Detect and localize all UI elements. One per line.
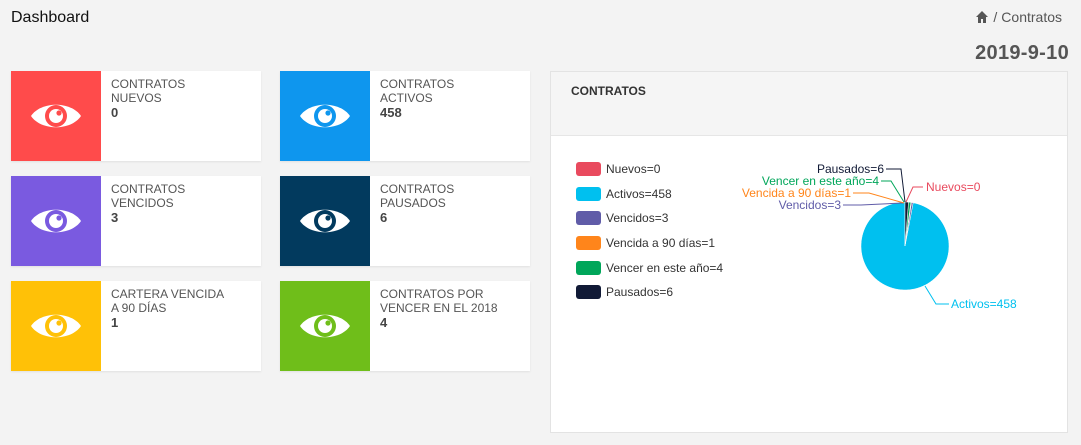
eye-icon xyxy=(300,209,350,233)
stat-label: CONTRATOS PAUSADOS xyxy=(380,182,455,210)
stat-icon-box xyxy=(11,281,101,371)
stat-label: CONTRATOS POR VENCER EN EL 2018 xyxy=(380,287,498,315)
stat-value: 1 xyxy=(111,315,119,330)
pie-data-label: Pausados=6 xyxy=(817,162,884,176)
stat-card[interactable]: CARTERA VENCIDA A 90 DÍAS 1 xyxy=(11,281,261,371)
stat-icon-box xyxy=(280,176,370,266)
stat-value: 6 xyxy=(380,210,388,225)
eye-icon xyxy=(31,104,81,128)
stat-icon-box xyxy=(280,71,370,161)
eye-icon xyxy=(31,209,81,233)
pie-label-line xyxy=(905,186,923,203)
stat-icon-box xyxy=(280,281,370,371)
stat-icon-box xyxy=(11,176,101,266)
home-icon[interactable] xyxy=(975,10,989,24)
pie-data-label: Vencidos=3 xyxy=(779,198,842,212)
current-date: 2019-9-10 xyxy=(975,42,1069,64)
page-title: Dashboard xyxy=(11,9,90,26)
eye-icon xyxy=(300,314,350,338)
eye-icon xyxy=(31,314,81,338)
pie-data-label: Nuevos=0 xyxy=(926,180,981,194)
pie-data-label: Vencer en este año=4 xyxy=(762,174,879,188)
stat-value: 0 xyxy=(111,105,119,120)
stat-label: CONTRATOS VENCIDOS xyxy=(111,182,186,210)
breadcrumb: / Contratos xyxy=(975,9,1062,25)
pie-chart: Nuevos=0 Activos=458 Vencidos=3Vencida a 9… xyxy=(742,162,1017,311)
breadcrumb-separator: / xyxy=(993,9,998,25)
breadcrumb-current: Contratos xyxy=(1001,9,1062,25)
pie-label-line xyxy=(853,192,905,204)
stat-value: 458 xyxy=(380,105,402,120)
stat-label: CARTERA VENCIDA A 90 DÍAS xyxy=(111,287,225,315)
stat-value: 4 xyxy=(380,315,388,330)
stat-card[interactable]: CONTRATOS PAUSADOS 6 xyxy=(280,176,530,266)
eye-icon xyxy=(300,104,350,128)
stat-icon-box xyxy=(11,71,101,161)
stat-label: CONTRATOS NUEVOS xyxy=(111,77,186,105)
stat-label: CONTRATOS ACTIVOS xyxy=(380,77,455,105)
pie-label-line xyxy=(886,168,906,203)
pie-label-line xyxy=(924,285,949,305)
stat-card[interactable]: CONTRATOS ACTIVOS 458 xyxy=(280,71,530,161)
stat-card[interactable]: CONTRATOS POR VENCER EN EL 2018 4 xyxy=(280,281,530,371)
pie-data-label: Activos=458 xyxy=(951,297,1017,311)
pie-data-label: Vencida a 90 días=1 xyxy=(742,186,851,200)
contracts-chart-panel: CONTRATOS Nuevos=0 Activos=458 Vencidos=3 V… xyxy=(550,71,1068,433)
stat-card[interactable]: CONTRATOS NUEVOS 0 xyxy=(11,71,261,161)
pie-label-line xyxy=(881,180,905,203)
stat-value: 3 xyxy=(111,210,119,225)
stat-card[interactable]: CONTRATOS VENCIDOS 3 xyxy=(11,176,261,266)
